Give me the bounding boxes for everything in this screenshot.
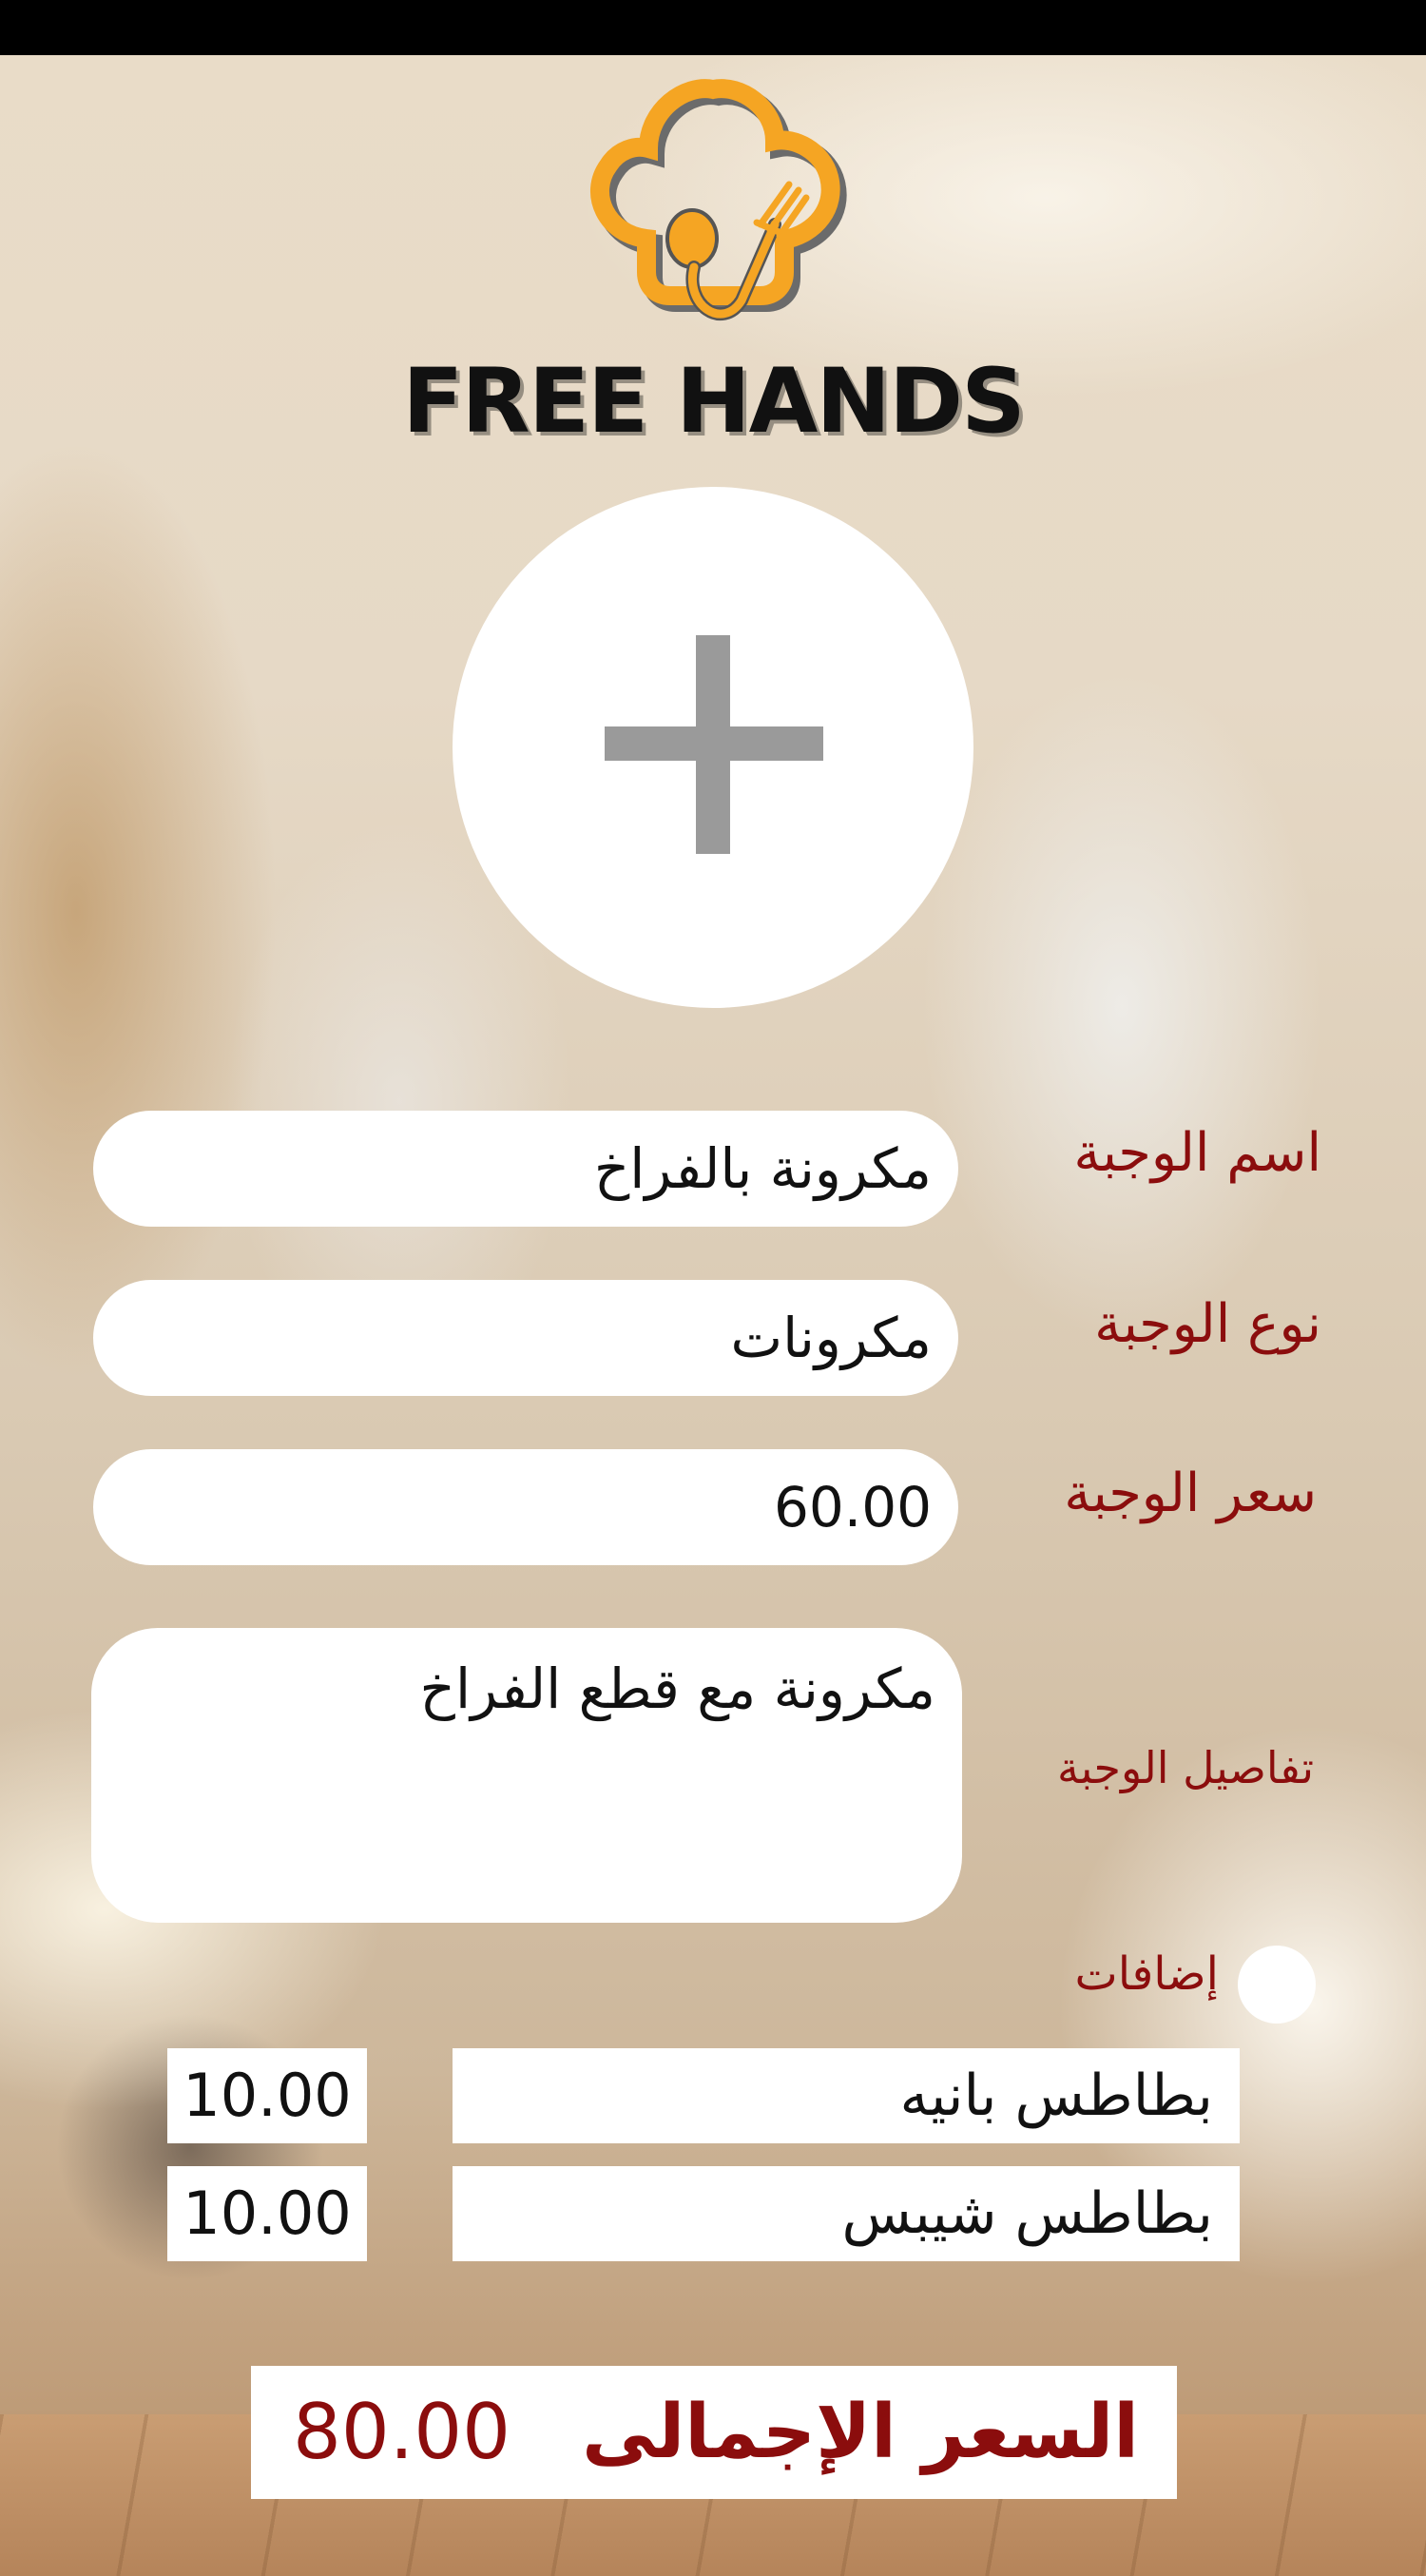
meal-name-label: اسم الوجبة: [1073, 1122, 1321, 1184]
meal-name-input[interactable]: مكرونة بالفراخ: [93, 1111, 958, 1227]
meal-type-label: نوع الوجبة: [1094, 1293, 1321, 1355]
meal-type-value: مكرونات: [730, 1306, 932, 1370]
meal-price-input[interactable]: 60.00: [93, 1449, 958, 1565]
meal-name-value: مكرونة بالفراخ: [593, 1136, 932, 1201]
total-price-box: السعر الإجمالى 80.00: [251, 2366, 1177, 2499]
meal-price-label: سعر الوجبة: [1064, 1462, 1317, 1524]
extra-item-price: 10.00: [167, 2166, 367, 2261]
extra-item-name: بطاطس شيبس: [841, 2180, 1214, 2247]
extras-radio[interactable]: [1238, 1946, 1316, 2024]
extra-item[interactable]: بطاطس شيبس: [453, 2166, 1240, 2261]
meal-details-value: مكرونة مع قطع الفراخ: [419, 1656, 935, 1721]
brand-name: FREE HANDS: [402, 350, 1026, 454]
chef-hat-logo-icon: [590, 79, 847, 321]
extras-label: إضافات: [1074, 1947, 1219, 2001]
extra-item-name: بطاطس بانيه: [899, 2063, 1213, 2129]
extra-item[interactable]: بطاطس بانيه: [453, 2048, 1240, 2143]
total-price-value: 80.00: [293, 2388, 511, 2476]
meal-type-select[interactable]: مكرونات: [93, 1280, 958, 1396]
meal-details-textarea[interactable]: مكرونة مع قطع الفراخ: [91, 1628, 962, 1923]
total-price-label: السعر الإجمالى: [582, 2390, 1139, 2475]
extra-item-price: 10.00: [167, 2048, 367, 2143]
add-photo-button[interactable]: [453, 487, 973, 1008]
meal-details-label: تفاصيل الوجبة: [1056, 1742, 1314, 1793]
meal-price-value: 60.00: [773, 1475, 932, 1540]
